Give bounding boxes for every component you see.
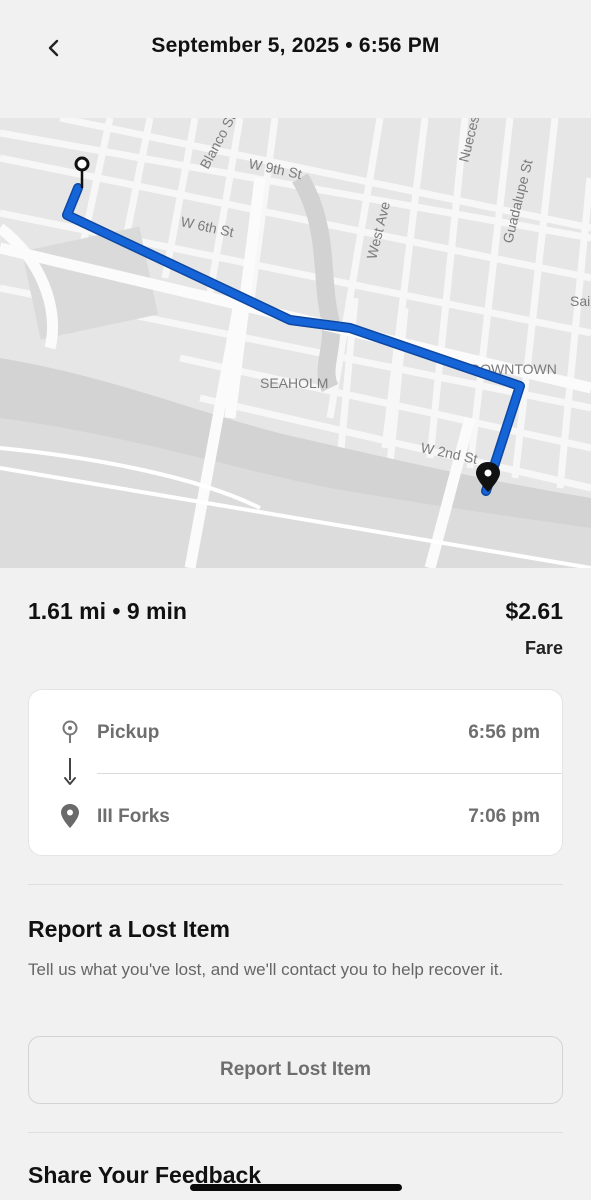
route-map[interactable]: Blanco St W 9th St Nueces Guadalupe St W… bbox=[0, 118, 591, 568]
section-divider bbox=[28, 884, 563, 885]
report-lost-item-button[interactable]: Report Lost Item bbox=[28, 1036, 563, 1104]
map-label-sai: Sai bbox=[570, 293, 590, 309]
location-pin-icon bbox=[61, 804, 79, 828]
fare-amount: $2.61 bbox=[505, 598, 563, 624]
fare-label: Fare bbox=[524, 638, 563, 658]
route-card: Pickup 6:56 pm III Forks 7:06 pm bbox=[28, 689, 563, 856]
trip-summary: 1.61 mi • 9 min $2.61 Fare bbox=[28, 598, 563, 668]
pickup-pin-icon bbox=[62, 720, 78, 743]
pickup-time: 6:56 pm bbox=[468, 722, 540, 743]
dropoff-time: 7:06 pm bbox=[468, 806, 540, 827]
route-divider bbox=[97, 773, 562, 774]
home-indicator[interactable] bbox=[190, 1184, 402, 1191]
lost-item-title: Report a Lost Item bbox=[28, 916, 230, 942]
section-divider bbox=[28, 1132, 563, 1133]
map-label-seaholm: SEAHOLM bbox=[260, 375, 328, 391]
page-title: September 5, 2025 • 6:56 PM bbox=[151, 34, 440, 57]
pickup-label: Pickup bbox=[97, 722, 160, 743]
dropoff-row: III Forks 7:06 pm bbox=[29, 795, 562, 835]
route-arrow-down-icon bbox=[64, 758, 76, 785]
dropoff-label: III Forks bbox=[97, 806, 170, 827]
lost-item-description: Tell us what you've lost, and we'll cont… bbox=[28, 960, 504, 979]
header: September 5, 2025 • 6:56 PM bbox=[0, 0, 591, 96]
pickup-row: Pickup 6:56 pm bbox=[29, 711, 562, 751]
trip-distance-duration: 1.61 mi • 9 min bbox=[28, 598, 187, 624]
